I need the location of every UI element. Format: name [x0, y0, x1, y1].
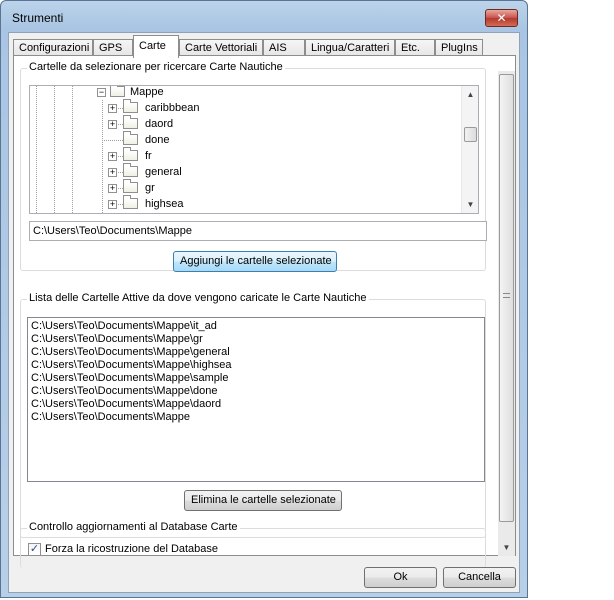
expand-icon[interactable]: +: [108, 120, 117, 129]
folders-group: Cartelle da selezionare per ricercare Ca…: [20, 61, 487, 272]
ok-button[interactable]: Ok: [364, 567, 437, 588]
folder-icon: [123, 179, 138, 193]
folder-icon: [123, 99, 138, 113]
close-button[interactable]: ✕: [485, 9, 518, 27]
rebuild-database-checkbox[interactable]: ✓: [28, 543, 41, 556]
collapse-icon[interactable]: −: [97, 88, 106, 97]
folder-path-input[interactable]: C:\Users\Teo\Documents\Mappe: [29, 221, 487, 241]
tree-scroll-thumb[interactable]: [464, 127, 477, 142]
list-item[interactable]: C:\Users\Teo\Documents\Mappe\sample: [31, 372, 481, 385]
folder-icon: [123, 115, 138, 129]
folder-icon: [123, 163, 138, 177]
expand-icon[interactable]: +: [108, 152, 117, 161]
folder-icon: [123, 147, 138, 161]
database-group: Controllo aggiornamenti al Database Cart…: [20, 521, 486, 568]
active-folders-group-title: Lista delle Cartelle Attive da dove veng…: [27, 292, 369, 304]
tab-panel-carte: Cartelle da selezionare per ricercare Ca…: [13, 55, 516, 568]
list-item[interactable]: C:\Users\Teo\Documents\Mappe\gr: [31, 333, 481, 346]
rebuild-database-label: Forza la ricostruzione del Database: [45, 543, 219, 555]
check-icon: ✓: [29, 543, 40, 555]
active-folders-group: Lista delle Cartelle Attive da dove veng…: [20, 292, 486, 538]
list-item[interactable]: C:\Users\Teo\Documents\Mappe\highsea: [31, 359, 481, 372]
expand-icon[interactable]: +: [108, 168, 117, 177]
list-item[interactable]: C:\Users\Teo\Documents\Mappe\general: [31, 346, 481, 359]
list-item[interactable]: C:\Users\Teo\Documents\Mappe\daord: [31, 398, 481, 411]
list-item[interactable]: C:\Users\Teo\Documents\Mappe\it_ad: [31, 320, 481, 333]
expand-icon[interactable]: +: [108, 200, 117, 209]
folder-tree[interactable]: − Mappe + caribbbean + daord done + fr +…: [29, 85, 479, 214]
list-item[interactable]: C:\Users\Teo\Documents\Mappe: [31, 411, 481, 424]
scroll-up-icon[interactable]: ▲: [462, 86, 478, 103]
close-icon: ✕: [496, 11, 507, 25]
folder-icon: [123, 131, 138, 145]
panel-scroll-thumb[interactable]: [499, 74, 514, 522]
active-folders-list[interactable]: C:\Users\Teo\Documents\Mappe\it_ad C:\Us…: [27, 317, 485, 482]
database-group-title: Controllo aggiornamenti al Database Cart…: [27, 521, 240, 533]
dialog-window: Strumenti ✕ Configurazioni GPS Carte Car…: [0, 0, 528, 598]
expand-icon[interactable]: +: [108, 184, 117, 193]
remove-folders-button[interactable]: Elimina le cartelle selezionate: [184, 490, 342, 511]
add-folders-button[interactable]: Aggiungi le cartelle selezionate: [173, 251, 337, 272]
folder-icon: [123, 195, 138, 209]
list-item[interactable]: C:\Users\Teo\Documents\Mappe\done: [31, 385, 481, 398]
scroll-down-icon[interactable]: ▼: [462, 196, 478, 213]
folders-group-title: Cartelle da selezionare per ricercare Ca…: [27, 61, 285, 73]
folder-icon: [110, 86, 125, 97]
window-title: Strumenti: [12, 11, 64, 25]
tab-carte[interactable]: Carte: [133, 35, 179, 58]
scroll-down-icon[interactable]: ▼: [498, 539, 515, 556]
tree-scrollbar[interactable]: ▲ ▼: [461, 86, 478, 213]
panel-scrollbar[interactable]: ▼: [498, 71, 515, 556]
dialog-client: Configurazioni GPS Carte Carte Vettorial…: [8, 32, 520, 593]
cancel-button[interactable]: Cancella: [443, 567, 516, 588]
expand-icon[interactable]: +: [108, 104, 117, 113]
